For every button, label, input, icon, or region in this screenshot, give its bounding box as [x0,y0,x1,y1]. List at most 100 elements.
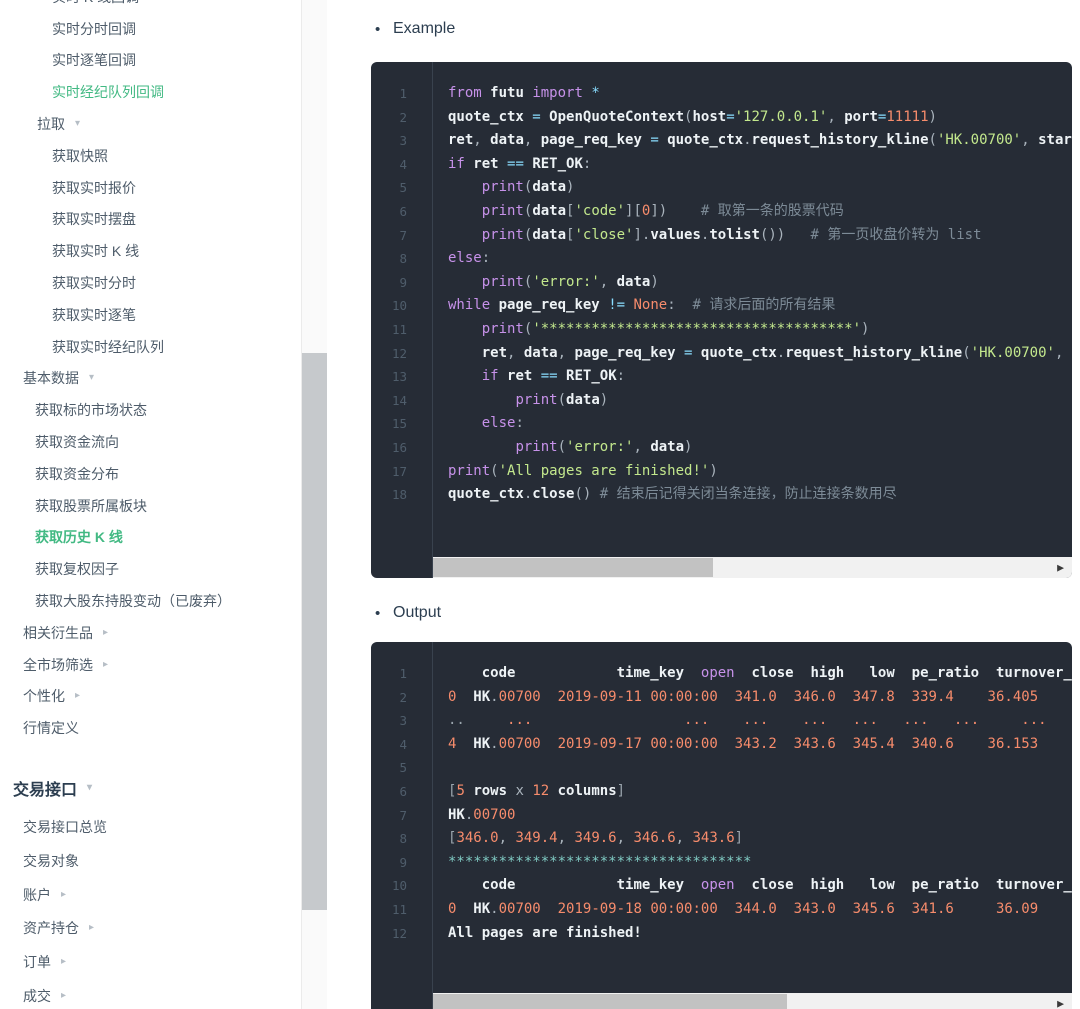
code-line: ************************************ [448,851,1072,875]
output-heading-label: Output [393,604,441,622]
sidebar-item[interactable]: 实时逐笔回调 [0,45,330,77]
line-number: 17 [371,460,407,484]
code-line: HK.00700 [448,804,1072,828]
sidebar-item[interactable]: 成交 ▸ [0,979,330,1009]
sidebar-item[interactable]: 获取资金分布 [0,458,330,490]
sidebar-item[interactable]: 获取资金流向 [0,426,330,458]
code-line: from futu import * [448,82,1072,106]
sidebar-item[interactable]: 交易对象 [0,844,330,878]
sidebar-item-label: 全市场筛选 [23,655,93,675]
chevron-right-icon: ▸ [61,991,66,1001]
sidebar-item[interactable]: 基本数据 ▾ [0,363,330,395]
sidebar-item[interactable]: 个性化▸ [0,681,330,713]
sidebar-item-label: 获取历史 K 线 [35,527,123,547]
example-heading-label: Example [393,20,455,38]
sidebar-item[interactable]: 获取快照 [0,140,330,172]
sidebar-item[interactable]: 获取实时报价 [0,172,330,204]
chevron-right-icon: ▸ [103,628,108,638]
sidebar-item[interactable]: 获取大股东持股变动（已废弃） [0,585,330,617]
sidebar-item[interactable]: 获取股票所属板块 [0,490,330,522]
sidebar-scrollbar-thumb[interactable] [302,353,327,910]
sidebar-scrollbar[interactable] [301,0,327,1009]
h-scrollbar-thumb[interactable] [433,994,787,1009]
line-number: 3 [371,129,407,153]
sidebar-item[interactable]: 拉取▾ [0,108,330,140]
sidebar-item-label: 实时 K 线回调 [52,0,139,7]
code-content: from futu import *quote_ctx = OpenQuoteC… [433,62,1072,578]
code-line: print('All pages are finished!') [448,460,1072,484]
scroll-right-arrow-icon[interactable]: ▶ [1057,563,1064,572]
sidebar-item[interactable]: 交易接口总览 [0,810,330,844]
sidebar-item-label: 获取资金分布 [35,464,119,484]
chevron-right-icon: ▸ [61,957,66,967]
line-number: 15 [371,412,407,436]
sidebar-item-label: 获取资金流向 [35,432,119,452]
chevron-right-icon: ▸ [89,923,94,933]
sidebar-item-label: 拉取 [37,114,65,134]
line-number: 4 [371,733,407,757]
line-number: 14 [371,389,407,413]
code-line: code time_key open close high low pe_rat… [448,874,1072,898]
sidebar-item[interactable]: 获取实时逐笔 [0,299,330,331]
h-scrollbar[interactable]: ▶ [433,993,1072,1009]
chevron-down-icon: ▾ [89,373,94,383]
sidebar-item[interactable]: 交易接口▾ [0,766,330,810]
sidebar-item[interactable]: 全市场筛选 ▸ [0,649,330,681]
code-line: print('error:', data) [448,271,1072,295]
sidebar-item[interactable]: 实时分时回调 [0,13,330,45]
sidebar-item[interactable]: 获取标的市场状态 [0,394,330,426]
sidebar-item[interactable]: 相关衍生品▸ [0,617,330,649]
line-number: 8 [371,247,407,271]
bullet-icon: • [375,605,393,622]
sidebar-item-label: 获取实时摆盘 [52,209,136,229]
sidebar: 实时 K 线回调实时分时回调实时逐笔回调实时经纪队列回调拉取▾获取快照获取实时报… [0,0,330,1009]
code-line [448,756,1072,780]
line-number: 1 [371,82,407,106]
scroll-right-arrow-icon[interactable]: ▶ [1057,999,1064,1008]
chevron-right-icon: ▸ [61,890,66,900]
code-line: else: [448,247,1072,271]
line-number: 9 [371,271,407,295]
line-number: 11 [371,318,407,342]
sidebar-item[interactable]: 获取实时经纪队列 [0,331,330,363]
line-numbers: 123456789101112 [371,642,433,1009]
chevron-right-icon: ▸ [103,660,108,670]
sidebar-item[interactable]: 实时经纪队列回调 [0,76,330,108]
h-scrollbar-thumb[interactable] [433,558,713,577]
code-line: code time_key open close high low pe_rat… [448,662,1072,686]
sidebar-item[interactable]: 获取实时分时 [0,267,330,299]
code-line: All pages are finished! [448,922,1072,946]
sidebar-item-label: 成交 [23,986,51,1006]
code-line: while page_req_key != None: # 请求后面的所有结果 [448,294,1072,318]
sidebar-item[interactable]: 获取复权因子 [0,553,330,585]
line-number: 5 [371,756,407,780]
sidebar-item[interactable]: 行情定义 [0,712,330,744]
sidebar-item-label: 获取实时分时 [52,273,136,293]
code-line: 0 HK.00700 2019-09-11 00:00:00 341.0 346… [448,686,1072,710]
sidebar-item-label: 获取实时报价 [52,178,136,198]
code-line: print('*********************************… [448,318,1072,342]
line-number: 3 [371,709,407,733]
line-number: 6 [371,200,407,224]
line-number: 2 [371,106,407,130]
sidebar-item[interactable]: 获取实时 K 线 [0,235,330,267]
sidebar-item[interactable]: 订单▸ [0,945,330,979]
code-line: print(data['close'].values.tolist()) # 第… [448,224,1072,248]
sidebar-item[interactable]: 实时 K 线回调 [0,0,330,13]
sidebar-item[interactable]: 获取历史 K 线 [0,522,330,554]
sidebar-item[interactable]: 获取实时摆盘 [0,204,330,236]
sidebar-item-label: 交易接口总览 [23,817,107,837]
sidebar-item-label: 基本数据 [23,368,79,388]
sidebar-item-label: 实时逐笔回调 [52,50,136,70]
sidebar-item-label: 资产持仓 [23,918,79,938]
sidebar-item-label: 交易对象 [23,851,79,871]
h-scrollbar[interactable]: ▶ [433,557,1072,578]
code-line: if ret == RET_OK: [448,365,1072,389]
sidebar-item-label: 获取实时逐笔 [52,305,136,325]
code-line: 4 HK.00700 2019-09-17 00:00:00 343.2 343… [448,733,1072,757]
sidebar-item[interactable]: 账户▸ [0,878,330,912]
line-number: 7 [371,224,407,248]
line-number: 10 [371,874,407,898]
sidebar-item-label: 实时经纪队列回调 [52,82,164,102]
sidebar-item[interactable]: 资产持仓 ▸ [0,912,330,946]
